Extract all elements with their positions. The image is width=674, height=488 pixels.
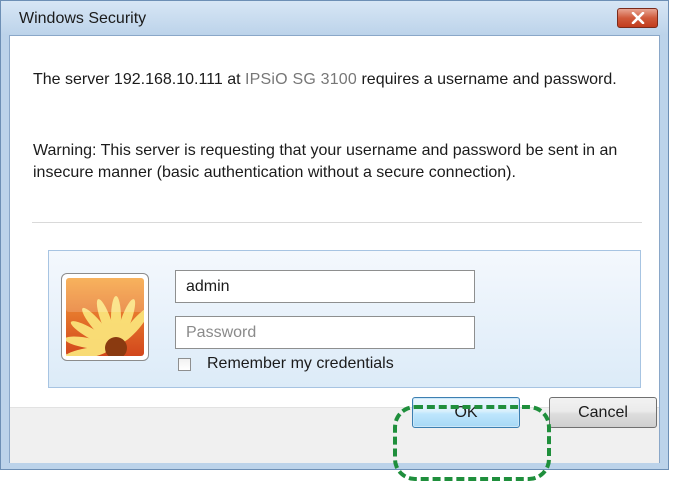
remember-label[interactable]: Remember my credentials	[207, 355, 394, 373]
close-icon	[631, 12, 644, 24]
message-suffix: requires a username and password.	[361, 71, 617, 88]
flower-user-tile-icon	[64, 278, 150, 360]
password-field[interactable]	[175, 316, 475, 349]
warning-message: Warning: This server is requesting that …	[33, 142, 618, 181]
dialog-title: Windows Security	[19, 10, 147, 27]
user-avatar	[61, 273, 150, 361]
username-field[interactable]	[175, 270, 475, 303]
ok-button[interactable]: OK	[412, 397, 520, 428]
server-ip: 192.168.10.111	[113, 71, 223, 88]
remember-checkbox[interactable]	[178, 357, 191, 371]
divider	[32, 222, 642, 223]
security-dialog: Windows Security The server 192.168.10.1…	[0, 0, 669, 470]
cancel-button[interactable]: Cancel	[549, 397, 657, 428]
message-at: at	[227, 71, 241, 88]
credential-tile: Remember my credentials	[48, 250, 641, 388]
remember-credentials-row[interactable]: Remember my credentials	[178, 355, 394, 373]
title-bar[interactable]: Windows Security	[1, 1, 668, 35]
close-button[interactable]	[617, 8, 658, 28]
message-prefix: The server	[33, 71, 110, 88]
device-name: IPSiO SG 3100	[245, 71, 358, 88]
server-message: The server 192.168.10.111 at IPSiO SG 31…	[33, 69, 633, 91]
